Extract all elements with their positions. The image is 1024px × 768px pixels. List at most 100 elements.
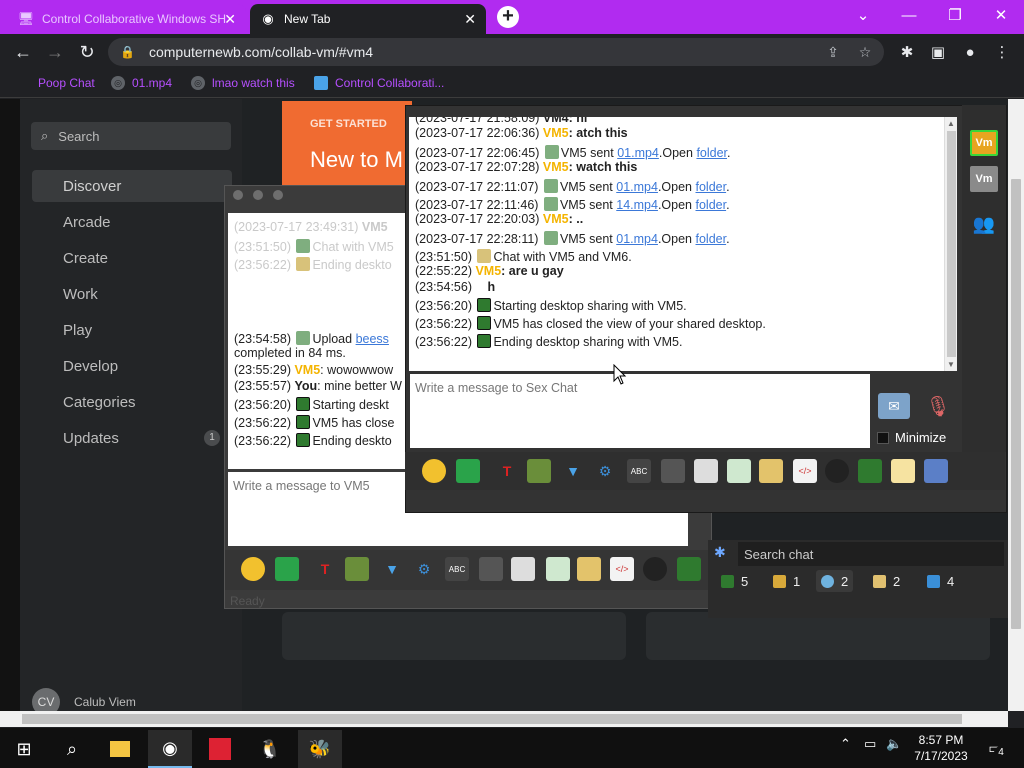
file-link[interactable]: 01.mp4 bbox=[616, 232, 658, 246]
sidebar-item-discover[interactable]: Discover bbox=[32, 170, 232, 202]
desktop-share-icon[interactable] bbox=[858, 459, 882, 483]
notes-icon[interactable] bbox=[891, 459, 915, 483]
start-button[interactable]: ⊞ bbox=[2, 730, 46, 768]
chat-counter-desktop[interactable]: 5 bbox=[716, 570, 753, 592]
scrollbar-thumb[interactable] bbox=[947, 131, 956, 357]
camera-icon[interactable] bbox=[825, 459, 849, 483]
send-email-button[interactable]: ✉ bbox=[878, 393, 910, 419]
minimize-checkbox[interactable] bbox=[877, 431, 889, 444]
mail-icon[interactable] bbox=[275, 557, 299, 581]
taskbar-chrome[interactable]: ◉ bbox=[148, 730, 192, 768]
sidebar-item-arcade[interactable]: Arcade bbox=[32, 206, 232, 238]
search-chat-input[interactable]: Search chat bbox=[738, 542, 1004, 566]
folder-link[interactable]: folder bbox=[696, 180, 727, 194]
window-zoom-dot[interactable] bbox=[273, 190, 283, 200]
folder-send-icon[interactable] bbox=[759, 459, 783, 483]
code-icon[interactable]: </> bbox=[610, 557, 634, 581]
tray-overflow-icon[interactable]: ⌃ bbox=[840, 736, 851, 752]
new-tab-button[interactable]: + bbox=[494, 4, 522, 30]
file-link[interactable]: 01.mp4 bbox=[617, 146, 659, 160]
file-send-icon[interactable] bbox=[546, 557, 570, 581]
scrollbar-thumb[interactable] bbox=[1011, 179, 1021, 629]
vm-avatar-button[interactable]: Vm bbox=[970, 166, 998, 192]
restore-window-button[interactable]: ❐ bbox=[932, 0, 978, 30]
tab-collab-vm[interactable]: 🖥 Control Collaborative Windows SH ✕ bbox=[8, 4, 246, 34]
vm4-message-input[interactable]: Write a message to Sex Chat bbox=[410, 374, 870, 448]
vm-avatar-button[interactable]: Vm bbox=[970, 130, 998, 156]
volume-icon[interactable]: 🔈 bbox=[886, 736, 902, 752]
color-icon[interactable] bbox=[345, 557, 369, 581]
taskbar-search-button[interactable]: ⌕ bbox=[50, 730, 94, 768]
font-icon[interactable]: T bbox=[495, 459, 519, 483]
sidebar-item-work[interactable]: Work bbox=[32, 278, 232, 310]
menu-icon[interactable]: ⋮ bbox=[989, 40, 1015, 64]
minimize-window-button[interactable]: — bbox=[886, 0, 932, 30]
star-icon[interactable]: ☆ bbox=[852, 38, 878, 66]
chat-counter-contacts[interactable]: 1 bbox=[768, 570, 805, 592]
notifications-button[interactable]: ▭ 4 bbox=[982, 736, 1008, 760]
tab-new-tab[interactable]: ◉ New Tab ✕ bbox=[250, 4, 486, 34]
color-icon[interactable] bbox=[527, 459, 551, 483]
vm4-log-scrollbar[interactable]: ▲ ▼ bbox=[944, 117, 957, 371]
sidebar-item-develop[interactable]: Develop bbox=[32, 350, 232, 382]
page-horizontal-scrollbar[interactable] bbox=[0, 711, 1008, 727]
page-vertical-scrollbar[interactable] bbox=[1008, 99, 1024, 711]
filter-icon[interactable]: ▼ bbox=[561, 459, 585, 483]
tab-search-button[interactable]: ⌄ bbox=[840, 0, 886, 30]
content-card[interactable] bbox=[282, 612, 626, 660]
window-minimize-dot[interactable] bbox=[253, 190, 263, 200]
mail-icon[interactable] bbox=[456, 459, 480, 483]
profile-icon[interactable]: ● bbox=[957, 40, 983, 64]
emoji-icon[interactable] bbox=[422, 459, 446, 483]
address-bar[interactable]: 🔒 computernewb.com/collab-vm/#vm4 ⇪ ☆ bbox=[108, 38, 884, 66]
bookmark-item[interactable]: ◎ lmao watch this bbox=[191, 76, 295, 90]
folder-link[interactable]: folder bbox=[696, 232, 727, 246]
gear-icon[interactable]: ⚙ bbox=[593, 459, 617, 483]
desktop-share-icon[interactable] bbox=[677, 557, 701, 581]
close-tab-icon[interactable]: ✕ bbox=[224, 11, 236, 28]
sidebar-item-updates[interactable]: Updates 1 bbox=[32, 422, 232, 454]
chat-counter-chats[interactable]: 2 bbox=[816, 570, 854, 592]
chat-counter-groups[interactable]: 2 bbox=[868, 570, 905, 592]
document-icon[interactable] bbox=[694, 459, 718, 483]
font-icon[interactable]: T bbox=[313, 557, 337, 581]
taskbar-app[interactable]: 🐝 bbox=[298, 730, 342, 768]
share-icon[interactable]: ⇪ bbox=[820, 38, 846, 66]
file-link[interactable]: 14.mp4 bbox=[616, 198, 658, 212]
chat-counter-files[interactable]: 4 bbox=[922, 570, 959, 592]
bookmark-item[interactable]: Control Collaborati... bbox=[314, 76, 444, 90]
sidebar-item-play[interactable]: Play bbox=[32, 314, 232, 346]
document-icon[interactable] bbox=[511, 557, 535, 581]
forward-button[interactable]: → bbox=[42, 40, 68, 64]
spellcheck-icon[interactable]: ABC bbox=[627, 459, 651, 483]
folder-link[interactable]: folder bbox=[696, 198, 727, 212]
taskbar-clock[interactable]: 8:57 PM 7/17/2023 bbox=[905, 732, 977, 764]
file-send-icon[interactable] bbox=[727, 459, 751, 483]
settings-icon[interactable] bbox=[924, 459, 948, 483]
reload-button[interactable]: ↻ bbox=[74, 40, 100, 64]
font-size-icon[interactable] bbox=[661, 459, 685, 483]
back-button[interactable]: ← bbox=[10, 40, 36, 64]
window-close-dot[interactable] bbox=[233, 190, 243, 200]
user-profile[interactable]: CV Calub Viem bbox=[32, 688, 136, 716]
gear-icon[interactable]: ⚙ bbox=[412, 557, 436, 581]
close-tab-icon[interactable]: ✕ bbox=[464, 11, 476, 28]
minimize-toggle[interactable]: Minimize bbox=[877, 430, 946, 445]
font-size-icon[interactable] bbox=[479, 557, 503, 581]
bookmark-item[interactable]: Poop Chat bbox=[38, 76, 95, 90]
scrollbar-thumb[interactable] bbox=[22, 714, 962, 724]
file-link[interactable]: 01.mp4 bbox=[616, 180, 658, 194]
close-window-button[interactable]: ✕ bbox=[978, 0, 1024, 30]
filter-icon[interactable]: ▼ bbox=[380, 557, 404, 581]
sidebar-item-create[interactable]: Create bbox=[32, 242, 232, 274]
scroll-up-icon[interactable]: ▲ bbox=[947, 119, 955, 128]
gear-icon[interactable]: ✱ bbox=[714, 544, 726, 561]
bookmark-item[interactable]: ◎ 01.mp4 bbox=[111, 76, 172, 90]
code-icon[interactable]: </> bbox=[793, 459, 817, 483]
taskbar-app[interactable]: 🐧 bbox=[248, 730, 292, 768]
add-participant-icon[interactable]: 👥 bbox=[970, 210, 998, 238]
emoji-icon[interactable] bbox=[241, 557, 265, 581]
file-link[interactable]: beess bbox=[356, 332, 389, 346]
extensions-icon[interactable]: ✱ bbox=[894, 40, 920, 64]
camera-icon[interactable] bbox=[643, 557, 667, 581]
